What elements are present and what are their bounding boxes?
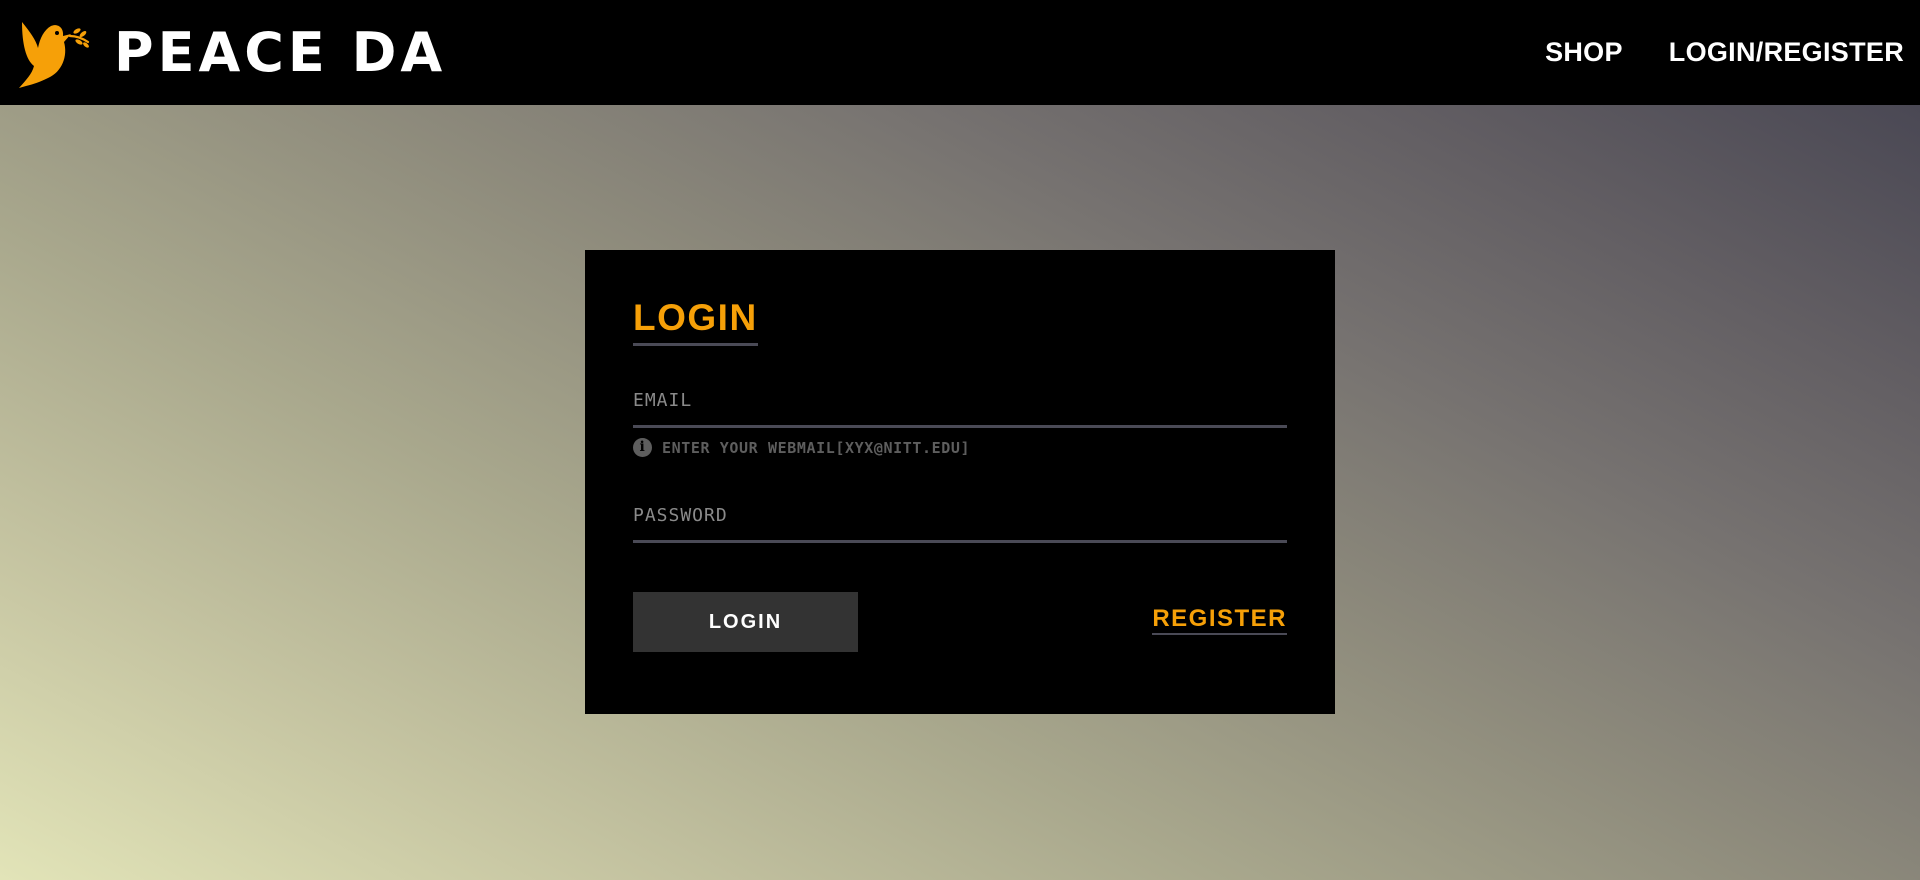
login-title: LOGIN: [633, 297, 758, 346]
register-link[interactable]: REGISTER: [1152, 605, 1287, 636]
email-hint-text: ENTER YOUR WEBMAIL[XYX@NITT.EDU]: [662, 438, 971, 457]
nav-login-register-link[interactable]: LOGIN/REGISTER: [1669, 37, 1904, 68]
email-field-group: [633, 376, 1287, 428]
login-card: LOGIN i ENTER YOUR WEBMAIL[XYX@NITT.EDU]…: [585, 250, 1335, 714]
email-input[interactable]: [633, 376, 1287, 428]
main-nav: SHOP LOGIN/REGISTER: [1499, 37, 1904, 68]
page-background: LOGIN i ENTER YOUR WEBMAIL[XYX@NITT.EDU]…: [0, 105, 1920, 880]
password-input[interactable]: [633, 491, 1287, 543]
dove-icon: [19, 21, 90, 88]
nav-shop-link[interactable]: SHOP: [1545, 37, 1623, 68]
login-button[interactable]: LOGIN: [633, 592, 858, 652]
info-icon: i: [633, 438, 652, 457]
top-navbar: PEACE DA SHOP LOGIN/REGISTER: [0, 0, 1920, 105]
password-field-group: [633, 491, 1287, 543]
brand[interactable]: PEACE DA: [16, 18, 446, 88]
brand-name: PEACE DA: [114, 20, 447, 84]
email-hint: i ENTER YOUR WEBMAIL[XYX@NITT.EDU]: [633, 438, 970, 457]
